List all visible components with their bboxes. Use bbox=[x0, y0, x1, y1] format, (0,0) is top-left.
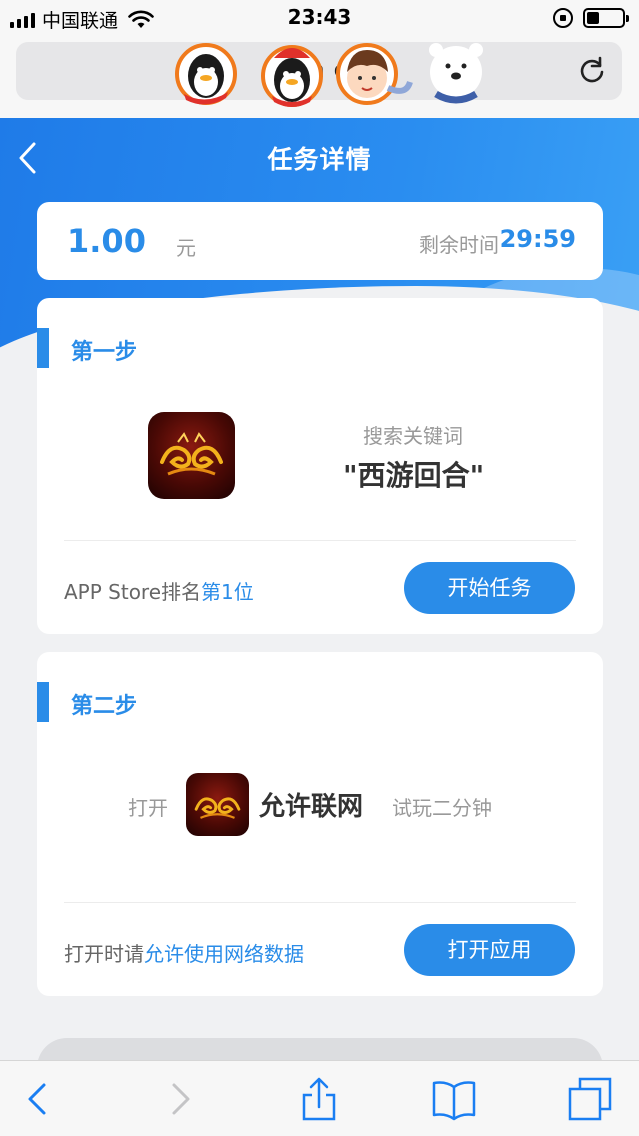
step1-marker bbox=[37, 328, 49, 368]
step2-marker bbox=[37, 682, 49, 722]
boy-sticker-icon bbox=[336, 43, 413, 105]
game-app-icon-small bbox=[186, 773, 249, 836]
status-bar: 中国联通 23:43 bbox=[0, 0, 639, 36]
bookmarks-icon[interactable] bbox=[432, 1077, 476, 1121]
penguin-hat-sticker-icon bbox=[261, 45, 323, 107]
back-arrow-icon[interactable] bbox=[16, 1077, 60, 1121]
reward-unit: 元 bbox=[176, 236, 196, 260]
note-highlight: 允许使用网络数据 bbox=[144, 942, 304, 966]
step1-title: 第一步 bbox=[71, 340, 138, 365]
note-prefix: 打开时请 bbox=[64, 942, 144, 966]
forward-arrow-icon[interactable] bbox=[158, 1077, 202, 1121]
penguin-sticker-icon bbox=[175, 43, 237, 105]
reload-icon[interactable] bbox=[576, 54, 608, 86]
page-title: 任务详情 bbox=[267, 145, 372, 174]
trial-duration-label: 试玩二分钟 bbox=[392, 796, 492, 820]
search-keyword-hint: 搜索关键词 bbox=[363, 424, 463, 448]
remaining-time-value: 29:59 bbox=[499, 225, 576, 253]
share-icon[interactable] bbox=[297, 1077, 341, 1121]
remaining-time-label: 剩余时间 bbox=[419, 233, 499, 257]
dragon-emblem-icon bbox=[160, 432, 223, 476]
search-keyword: "西游回合" bbox=[343, 459, 485, 492]
rotation-lock-icon bbox=[553, 8, 573, 28]
start-task-button[interactable]: 开始任务 bbox=[404, 562, 575, 614]
game-app-icon bbox=[148, 412, 235, 499]
rank-value: 第1位 bbox=[201, 580, 254, 604]
rank-label: APP Store排名 bbox=[64, 580, 202, 604]
sticker-overlay bbox=[175, 43, 483, 107]
status-right bbox=[553, 8, 629, 28]
reward-amount: 1.00 bbox=[67, 222, 146, 260]
network-permission-note: 打开时请允许使用网络数据 bbox=[64, 938, 304, 967]
battery-fill bbox=[587, 12, 599, 24]
allow-network-label: 允许联网 bbox=[259, 792, 364, 822]
step2-title: 第二步 bbox=[71, 694, 138, 719]
divider bbox=[64, 540, 576, 541]
app-store-rank: APP Store排名第1位 bbox=[64, 576, 254, 605]
step1-card: 第一步 搜索关键词 "西游回合" APP Store排名第1位 开始任务 bbox=[37, 298, 603, 634]
dragon-emblem-icon bbox=[194, 797, 241, 819]
browser-toolbar bbox=[0, 1060, 639, 1136]
browser-chrome: ri m cc bbox=[0, 36, 639, 118]
step2-card: 第二步 打开 允许联网 试玩二分钟 打开时请允许使用网络数据 打开应用 bbox=[37, 652, 603, 996]
battery-icon bbox=[583, 8, 629, 28]
reward-card: 1.00 元 剩余时间 29:59 bbox=[37, 202, 603, 280]
polar-bear-sticker-icon bbox=[429, 43, 483, 104]
open-app-button[interactable]: 打开应用 bbox=[404, 924, 575, 976]
tabs-icon[interactable] bbox=[568, 1077, 612, 1121]
divider bbox=[64, 902, 576, 903]
status-time: 23:43 bbox=[287, 5, 352, 29]
open-label: 打开 bbox=[128, 796, 168, 820]
